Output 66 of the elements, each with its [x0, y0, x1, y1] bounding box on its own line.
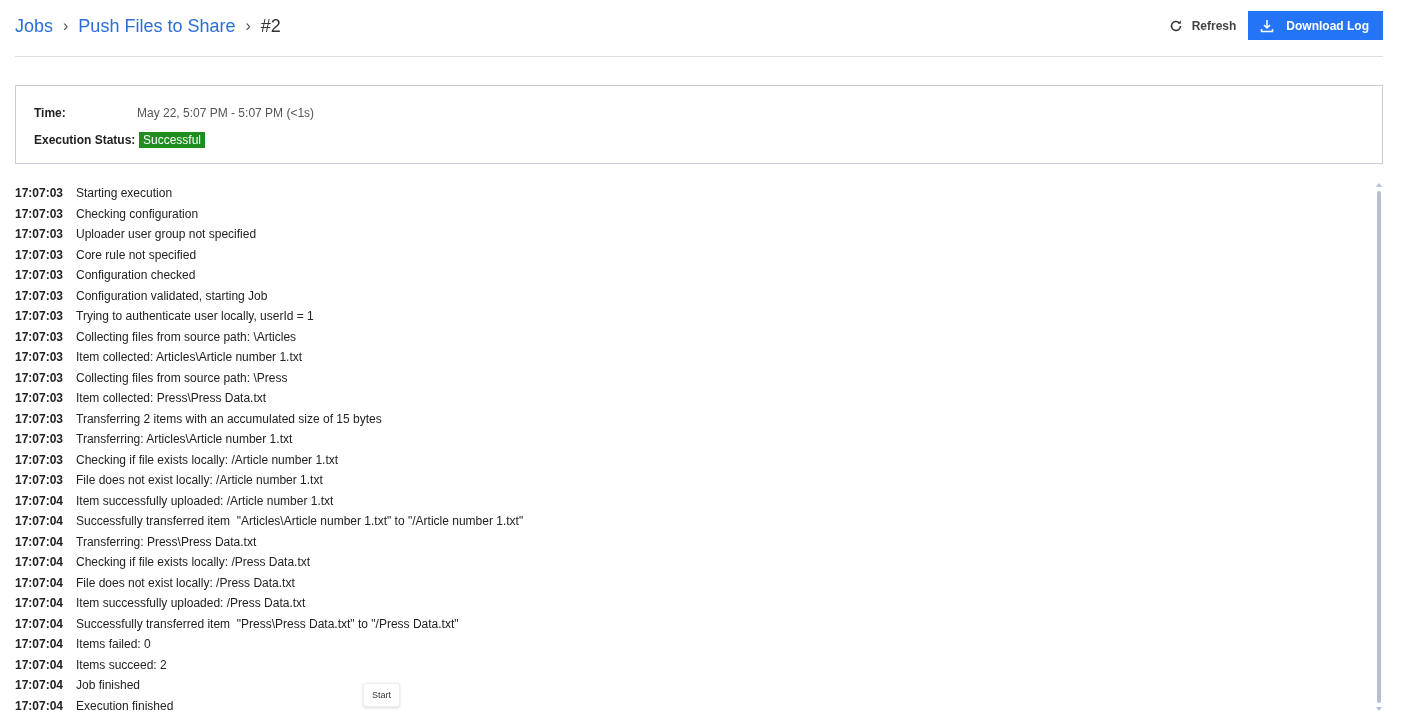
log-message: Configuration checked: [76, 268, 196, 283]
log-time: 17:07:03: [15, 411, 65, 426]
log-message: Item collected: Press\Press Data.txt: [76, 391, 267, 406]
log-message: Successfully transferred item "Press\Press Data.txt" to "/Press Data.txt": [76, 616, 459, 631]
log-message: Item successfully uploaded: /Article number 1.txt: [76, 493, 334, 508]
log-time: 17:07:03: [15, 247, 65, 262]
log-time: 17:07:03: [15, 391, 65, 406]
log-message: Collecting files from source path: \Press: [76, 370, 288, 385]
log-time: 17:07:04: [15, 575, 65, 590]
log-message: Successfully transferred item "Articles\Article number 1.txt" to "/Article number 1.txt": [76, 514, 524, 529]
log-message: Transferring: Press\Press Data.txt: [76, 534, 257, 549]
breadcrumb-current: #2: [260, 15, 281, 37]
log-time: 17:07:03: [15, 452, 65, 467]
log-time: 17:07:03: [15, 432, 65, 447]
log-message: Trying to authenticate user locally, userId = 1: [76, 309, 314, 324]
breadcrumb-link[interactable]: Push Files to Share: [78, 15, 236, 37]
log-time: 17:07:04: [15, 616, 65, 631]
time-value: May 22, 5:07 PM - 5:07 PM (<1s): [137, 105, 315, 120]
log-message: Job finished: [76, 678, 141, 693]
log-time: 17:07:04: [15, 534, 65, 549]
log-time: 17:07:03: [15, 329, 65, 344]
log-time: 17:07:03: [15, 186, 65, 201]
log-message: Item successfully uploaded: /Press Data.txt: [76, 596, 306, 611]
status-badge: Successful: [139, 131, 206, 148]
log-message: Transferring 2 items with an accumulated size of 15 bytes: [76, 411, 382, 426]
log-time: 17:07:03: [15, 206, 65, 221]
log-time: 17:07:04: [15, 596, 65, 611]
log-message: Checking if file exists locally: /Press Data.txt: [76, 555, 311, 570]
log-message: Execution finished: [76, 698, 174, 711]
log-time: 17:07:03: [15, 473, 65, 488]
tooltip: Start: [363, 683, 400, 707]
log-message: Configuration validated, starting Job: [76, 288, 268, 303]
breadcrumb-separator: ›: [63, 17, 69, 35]
log-message: Uploader user group not specified: [76, 227, 257, 242]
download-icon: [1260, 18, 1275, 33]
breadcrumb-separator: ›: [245, 17, 251, 35]
log-time: 17:07:04: [15, 493, 65, 508]
log-message: Items succeed: 2: [76, 657, 167, 672]
log-message: Core rule not specified: [76, 247, 197, 262]
status-label: Execution Status:: [34, 132, 137, 147]
breadcrumb-link[interactable]: Jobs: [15, 15, 54, 37]
log-message: Items failed: 0: [76, 637, 151, 652]
log-message: File does not exist locally: /Press Data.txt: [76, 575, 295, 590]
log-time: 17:07:03: [15, 350, 65, 365]
time-label: Time:: [34, 105, 67, 120]
log-message: Collecting files from source path: \Articles: [76, 329, 297, 344]
log-time: 17:07:04: [15, 678, 65, 693]
refresh-icon: [1168, 18, 1183, 33]
log-time: 17:07:03: [15, 370, 65, 385]
log-message: Checking configuration: [76, 206, 199, 221]
log-message: Starting execution: [76, 186, 173, 201]
refresh-button[interactable]: Refresh: [1164, 14, 1241, 37]
log-message: File does not exist locally: /Article number 1.txt: [76, 473, 323, 488]
log-time: 17:07:03: [15, 227, 65, 242]
log-message: Checking if file exists locally: /Article number 1.txt: [76, 452, 339, 467]
log-time: 17:07:03: [15, 309, 65, 324]
log-time: 17:07:04: [15, 637, 65, 652]
log-time: 17:07:04: [15, 657, 65, 672]
log-message: Transferring: Articles\Article number 1.txt: [76, 432, 293, 447]
log-time: 17:07:03: [15, 288, 65, 303]
download-log-button[interactable]: Download Log: [1248, 11, 1383, 40]
log-time: 17:07:03: [15, 268, 65, 283]
log-time: 17:07:04: [15, 555, 65, 570]
log-message: Item collected: Articles\Article number 1.txt: [76, 350, 303, 365]
log-time: 17:07:04: [15, 698, 65, 711]
log-time: 17:07:04: [15, 514, 65, 529]
